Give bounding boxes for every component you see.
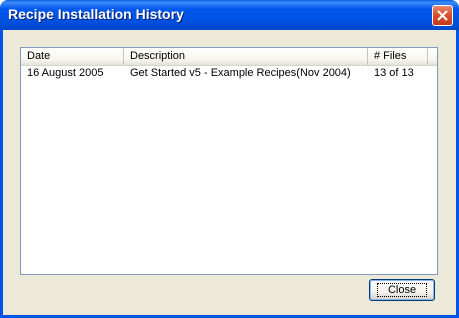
list-item[interactable]: 16 August 2005 Get Started v5 - Example … (21, 66, 437, 81)
close-button-label: Close (376, 283, 428, 297)
cell-description: Get Started v5 - Example Recipes(Nov 200… (130, 67, 351, 79)
dialog-body: Date Description # Files 16 August 2005 … (3, 30, 456, 315)
column-header-date[interactable]: Date (21, 48, 124, 65)
window-title: Recipe Installation History (8, 6, 184, 22)
column-header-empty (428, 48, 437, 65)
list-header: Date Description # Files (21, 48, 437, 66)
close-icon (437, 10, 448, 21)
column-header-files[interactable]: # Files (368, 48, 428, 65)
title-bar[interactable]: Recipe Installation History (0, 0, 459, 30)
cell-date: 16 August 2005 (27, 67, 104, 79)
history-list[interactable]: Date Description # Files 16 August 2005 … (20, 47, 438, 275)
cell-files: 13 of 13 (374, 67, 414, 79)
window-close-button[interactable] (432, 5, 453, 26)
column-header-description[interactable]: Description (124, 48, 368, 65)
dialog-window: Recipe Installation History Date Descrip… (0, 0, 459, 318)
close-button[interactable]: Close (369, 279, 435, 301)
